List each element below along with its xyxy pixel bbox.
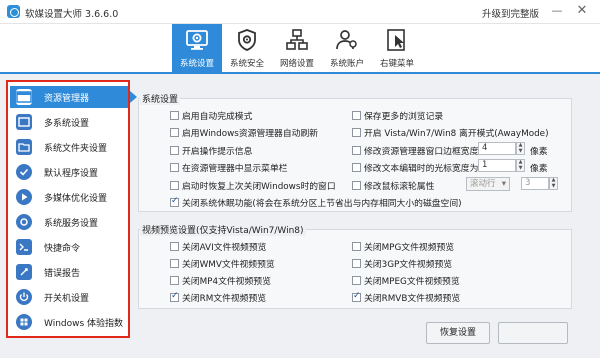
upgrade-link[interactable]: 升级到完整版 — [482, 6, 539, 20]
folder-settings-icon — [16, 139, 32, 155]
sidebar-item-power[interactable]: 开关机设置 — [10, 286, 128, 308]
restore-settings-button[interactable]: 恢复设置 — [426, 322, 490, 344]
top-tab-bar: 系统设置 系统安全 网络设置 系统账户 右键菜单 — [0, 24, 600, 72]
tab-system-settings[interactable]: 系统设置 — [172, 24, 222, 72]
checkbox-avi-preview[interactable]: 关闭AVI文件视频预览 — [170, 240, 266, 253]
tab-system-accounts[interactable]: 系统账户 — [322, 24, 372, 72]
cursor-icon — [387, 29, 405, 51]
border-width-input[interactable]: 4 — [478, 142, 516, 155]
window-title: 软媒设置大师 3.6.6.0 — [25, 9, 119, 20]
checkbox-rm-preview[interactable]: 关闭RM文件视频预览 — [170, 291, 266, 304]
cursor-width-input[interactable]: 1 — [478, 159, 516, 172]
tab-label: 系统安全 — [229, 59, 264, 69]
checkbox-explorer-auto-refresh[interactable]: 启用Windows资源管理器自动刷新 — [170, 126, 318, 139]
tab-label: 系统账户 — [329, 59, 364, 69]
quick-command-icon — [16, 239, 32, 255]
tab-label: 网络设置 — [279, 59, 314, 69]
multimedia-icon — [16, 189, 32, 205]
sidebar-item-multimedia[interactable]: 多媒体优化设置 — [10, 186, 128, 208]
checkbox-away-mode[interactable]: 开启 Vista/Win7/Win8 离开模式(AwayMode) — [352, 126, 549, 139]
checkbox-mpeg-preview[interactable]: 关闭MPEG文件视频预览 — [352, 274, 460, 287]
sidebar-item-windows-experience[interactable]: Windows 体验指数 — [10, 311, 128, 333]
checkbox-rmvb-preview[interactable]: 关闭RMVB文件视频预览 — [352, 291, 460, 304]
monitor-gear-icon — [186, 30, 208, 50]
windows-experience-icon — [16, 314, 32, 330]
sidebar-item-label: 资源管理器 — [44, 94, 90, 104]
shield-gear-icon — [238, 29, 256, 51]
tab-network-settings[interactable]: 网络设置 — [272, 24, 322, 72]
explorer-icon — [16, 89, 32, 105]
checkbox-more-history[interactable]: 保存更多的浏览记录 — [352, 109, 443, 122]
sidebar-item-explorer[interactable]: 资源管理器 — [10, 86, 137, 108]
sidebar: 资源管理器 多系统设置 系统文件夹设置 默认程序设置 多媒体优化设置 系统服务设… — [6, 80, 137, 338]
sidebar-item-label: 开关机设置 — [44, 294, 90, 304]
tab-label: 右键菜单 — [379, 59, 414, 69]
checkbox-auto-complete[interactable]: 启用自动完成模式 — [170, 109, 252, 122]
multi-system-icon — [16, 114, 32, 130]
checkbox-show-menubar[interactable]: 在资源管理器中显示菜单栏 — [170, 161, 288, 174]
checkbox-border-width[interactable]: 修改资源管理器窗口边框宽度 — [352, 144, 478, 157]
checkbox-disable-hibernation[interactable]: 关闭系统休眠功能(将会在系统分区上节省出与内存相同大小的磁盘空间) — [170, 196, 462, 209]
border-width-unit: 像素 — [530, 147, 548, 157]
checkbox-restore-windows[interactable]: 启动时恢复上次关闭Windows时的窗口 — [170, 179, 336, 192]
wheel-lines-input[interactable]: 3 — [521, 177, 549, 190]
network-icon — [286, 29, 308, 50]
power-icon — [16, 289, 32, 305]
toolbar-divider — [0, 72, 600, 74]
wheel-mode-select[interactable]: 滚动行 — [466, 177, 510, 191]
sidebar-item-quick-command[interactable]: 快捷命令 — [10, 236, 128, 258]
default-programs-icon — [16, 164, 32, 180]
services-icon — [16, 214, 32, 230]
checkbox-wmv-preview[interactable]: 关闭WMV文件视频预览 — [170, 257, 275, 270]
checkbox-mouse-wheel[interactable]: 修改鼠标滚轮属性 — [352, 179, 434, 192]
checkbox-mpg-preview[interactable]: 关闭MPG文件视频预览 — [352, 240, 454, 253]
sidebar-item-label: 系统文件夹设置 — [44, 144, 108, 154]
users-icon — [336, 30, 357, 50]
app-logo-icon — [7, 5, 20, 18]
checkbox-cursor-width[interactable]: 修改文本编辑时的光标宽度为 — [352, 161, 478, 174]
sidebar-item-label: 默认程序设置 — [44, 169, 99, 179]
sidebar-item-label: Windows 体验指数 — [44, 319, 124, 329]
tab-label: 系统设置 — [179, 59, 214, 69]
video-preview-title: 视频预览设置(仅支持Vista/Win7/Win8) — [140, 223, 306, 236]
cursor-width-spinner[interactable]: ▲ ▼ — [516, 159, 525, 172]
sidebar-item-folder-settings[interactable]: 系统文件夹设置 — [10, 136, 128, 158]
sidebar-item-error-report[interactable]: 错误报告 — [10, 261, 128, 283]
apply-button[interactable] — [498, 322, 568, 344]
sidebar-item-label: 错误报告 — [44, 269, 81, 279]
cursor-width-unit: 像素 — [530, 164, 548, 174]
sidebar-item-label: 系统服务设置 — [44, 219, 99, 229]
tab-context-menu[interactable]: 右键菜单 — [372, 24, 422, 72]
tab-system-security[interactable]: 系统安全 — [222, 24, 272, 72]
sidebar-item-services[interactable]: 系统服务设置 — [10, 211, 128, 233]
sidebar-item-multi-system[interactable]: 多系统设置 — [10, 111, 128, 133]
minimize-button[interactable]: — — [549, 3, 565, 19]
border-width-spinner[interactable]: ▲ ▼ — [516, 142, 525, 155]
wheel-lines-spinner[interactable]: ▲ ▼ — [549, 177, 558, 190]
sidebar-item-label: 多系统设置 — [44, 119, 90, 129]
title-bar: 软媒设置大师 3.6.6.0 升级到完整版 — ✕ — [0, 0, 600, 24]
sidebar-item-label: 快捷命令 — [44, 244, 81, 254]
checkbox-mp4-preview[interactable]: 关闭MP4文件视频预览 — [170, 274, 271, 287]
error-report-icon — [16, 264, 32, 280]
checkbox-tooltips[interactable]: 开启操作提示信息 — [170, 144, 252, 157]
system-settings-title: 系统设置 — [140, 92, 181, 105]
sidebar-item-default-programs[interactable]: 默认程序设置 — [10, 161, 128, 183]
checkbox-3gp-preview[interactable]: 关闭3GP文件视频预览 — [352, 257, 452, 270]
close-button[interactable]: ✕ — [574, 3, 590, 19]
sidebar-item-label: 多媒体优化设置 — [44, 194, 108, 204]
